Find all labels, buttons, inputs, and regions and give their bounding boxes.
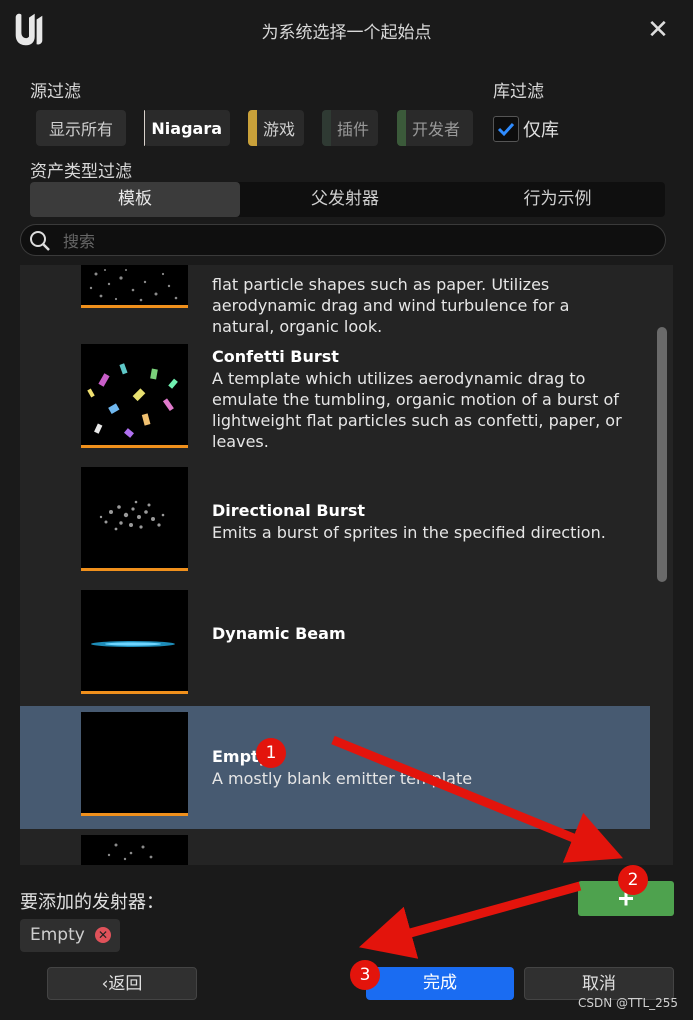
template-item[interactable]: Confetti Burst A template which utilizes…	[20, 327, 650, 451]
particles-preview-icon	[107, 843, 153, 861]
template-item[interactable]	[20, 829, 650, 865]
filter-chip-label: 开发者	[412, 120, 461, 139]
filter-chip-plugin[interactable]: 插件	[322, 110, 378, 146]
watermark: CSDN @TTL_255	[578, 996, 679, 1010]
template-description: A mostly blank emitter template	[212, 769, 473, 788]
thumbnail-underline	[81, 305, 188, 308]
title-bar: 为系统选择一个起始点 ✕	[0, 0, 693, 62]
search-input[interactable]	[61, 228, 655, 254]
filter-chip-label: 游戏	[263, 120, 296, 139]
thumbnail-underline	[81, 445, 188, 448]
window-title: 为系统选择一个起始点	[261, 23, 432, 43]
filter-chip-label: 插件	[337, 120, 370, 139]
library-only-checkbox[interactable]	[493, 116, 519, 142]
tab-behavior-examples[interactable]: 行为示例	[450, 182, 665, 217]
library-only-label: 仅库	[523, 120, 559, 141]
beam-preview-icon	[91, 641, 175, 647]
template-title: Confetti Burst	[212, 347, 339, 366]
chip-color-bar	[397, 110, 406, 146]
template-item[interactable]: flat particle shapes such as paper. Util…	[20, 265, 650, 336]
annotation-badge-1: 1	[256, 738, 286, 768]
chip-color-bar	[144, 110, 146, 146]
checkmark-icon	[497, 122, 515, 137]
thumbnail-underline	[81, 568, 188, 571]
emitter-chip[interactable]: Empty ✕	[20, 919, 120, 952]
template-thumbnail	[81, 344, 188, 448]
annotation-badge-3: 3	[350, 960, 380, 990]
list-scrollbar[interactable]	[657, 327, 667, 582]
confetti-preview-icon	[87, 363, 178, 438]
template-title: Directional Burst	[212, 501, 366, 520]
tab-templates[interactable]: 模板	[30, 182, 240, 217]
filter-chip-game[interactable]: 游戏	[248, 110, 304, 146]
template-thumbnail	[81, 265, 188, 308]
arrow-to-done-button	[358, 881, 582, 959]
thumbnail-underline	[81, 691, 188, 694]
particles-preview-icon	[89, 269, 178, 302]
filter-chip-show-all[interactable]: 显示所有	[36, 110, 126, 146]
chip-color-bar	[322, 110, 331, 146]
search-box[interactable]	[20, 224, 666, 256]
template-thumbnail	[81, 835, 188, 865]
tab-parent-emitters[interactable]: 父发射器	[240, 182, 450, 217]
template-description: A template which utilizes aerodynamic dr…	[212, 369, 622, 451]
template-thumbnail	[81, 467, 188, 571]
template-title: Dynamic Beam	[212, 624, 346, 643]
thumbnail-underline	[81, 813, 188, 816]
template-thumbnail	[81, 590, 188, 694]
template-thumbnail	[81, 712, 188, 816]
template-item-selected[interactable]: Empty A mostly blank emitter template	[20, 706, 650, 829]
done-button[interactable]: 完成	[366, 967, 514, 1000]
filter-chip-label: Niagara	[151, 118, 222, 138]
emitters-to-add-label: 要添加的发射器：	[20, 892, 164, 913]
back-button-label: 返回	[108, 974, 143, 994]
template-list[interactable]: flat particle shapes such as paper. Util…	[20, 265, 673, 865]
template-description: Emits a burst of sprites in the specifie…	[212, 523, 606, 542]
back-button[interactable]: ‹返回	[47, 967, 197, 1000]
filter-chip-developer[interactable]: 开发者	[397, 110, 473, 146]
asset-type-tabs: 模板 父发射器 行为示例	[30, 182, 665, 217]
close-icon[interactable]: ✕	[644, 16, 672, 44]
template-item[interactable]: Dynamic Beam	[20, 573, 650, 696]
template-item[interactable]: Directional Burst Emits a burst of sprit…	[20, 450, 650, 573]
burst-preview-icon	[99, 500, 165, 531]
emitter-chip-label: Empty	[30, 925, 85, 945]
filter-chip-label: 显示所有	[48, 120, 113, 139]
chip-color-bar	[248, 110, 257, 146]
search-icon	[30, 231, 50, 251]
remove-icon[interactable]: ✕	[95, 927, 111, 943]
source-filter-label: 源过滤	[30, 82, 81, 102]
library-filter-label: 库过滤	[493, 82, 544, 102]
annotation-badge-2: 2	[618, 865, 648, 895]
asset-type-filter-label: 资产类型过滤	[30, 162, 132, 182]
filter-chip-niagara[interactable]: Niagara	[144, 110, 230, 146]
